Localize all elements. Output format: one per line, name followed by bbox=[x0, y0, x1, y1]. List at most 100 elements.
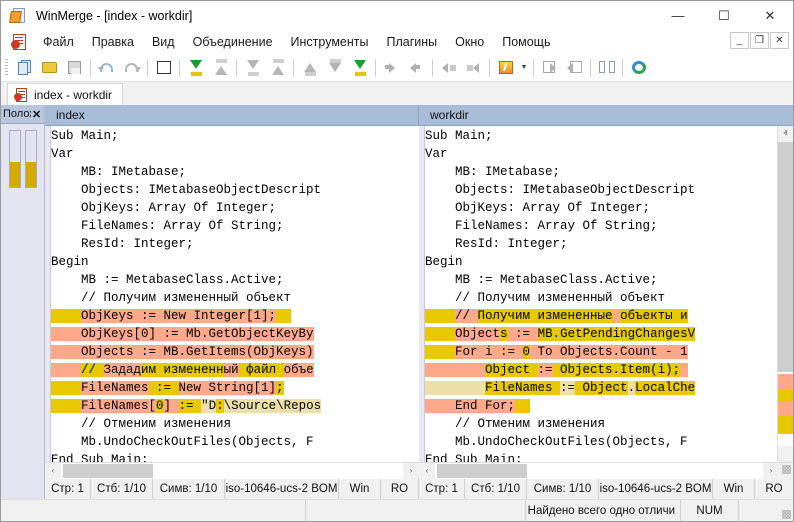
window-minimize-button[interactable]: — bbox=[655, 1, 701, 30]
hscroll-track-right[interactable] bbox=[435, 463, 763, 479]
app-resize-grip[interactable] bbox=[779, 500, 793, 521]
window-close-button[interactable]: ✕ bbox=[747, 1, 793, 30]
status-column-right: Стб: 1/10 bbox=[465, 478, 527, 499]
code-segment bbox=[425, 345, 455, 359]
code-line: ObjKeys: Array Of Integer; bbox=[51, 199, 419, 217]
prev-file-icon[interactable] bbox=[562, 56, 587, 80]
code-segment: MB := MetabaseClass.Active; bbox=[51, 273, 284, 287]
new-compare-icon[interactable] bbox=[12, 56, 37, 80]
code-line: ObjKeys: Array Of Integer; bbox=[425, 199, 777, 217]
hscroll-thumb-right[interactable] bbox=[437, 464, 527, 478]
redo-icon[interactable] bbox=[119, 56, 144, 80]
menu-item-plugins[interactable]: Плагины bbox=[377, 32, 446, 52]
status-spacer-3 bbox=[739, 500, 779, 521]
next-file-icon[interactable] bbox=[537, 56, 562, 80]
copy-right-icon[interactable] bbox=[183, 56, 208, 80]
document-icon bbox=[11, 34, 27, 50]
mdi-close-button[interactable]: ✕ bbox=[770, 32, 789, 49]
location-strip-right[interactable] bbox=[25, 130, 37, 188]
diff-colors-icon[interactable] bbox=[151, 56, 176, 80]
code-segment: := bbox=[149, 381, 179, 395]
undo-icon[interactable] bbox=[94, 56, 119, 80]
status-message: Найдено всего одно отличи bbox=[526, 500, 681, 521]
next-conflict-icon[interactable] bbox=[436, 56, 461, 80]
code-segment: Object bbox=[485, 363, 538, 377]
refresh-icon[interactable] bbox=[626, 56, 651, 80]
code-segment: Mb.UndoCheckOutFiles(Objects, F bbox=[51, 435, 314, 449]
code-segment: Objects.Item(i); bbox=[553, 363, 681, 377]
toolbar-grip[interactable] bbox=[5, 59, 8, 77]
horizontal-scrollbar-right[interactable]: ‹ › bbox=[419, 462, 793, 478]
open-folder-icon[interactable] bbox=[37, 56, 62, 80]
code-line: Mb.UndoCheckOutFiles(Objects, F bbox=[425, 433, 777, 451]
code-segment: Sub Main; bbox=[425, 129, 493, 143]
toolbar-separator bbox=[590, 59, 591, 77]
winmerge-app-icon bbox=[10, 7, 28, 25]
hscroll-left-arrow[interactable]: ‹ bbox=[45, 463, 61, 479]
hscroll-left-arrow-right-pane[interactable]: ‹ bbox=[419, 463, 435, 479]
menu-item-edit[interactable]: Правка bbox=[83, 32, 143, 52]
menu-item-tools[interactable]: Инструменты bbox=[282, 32, 378, 52]
copy-left-icon[interactable] bbox=[208, 56, 233, 80]
location-pane: Полож ✕ bbox=[1, 105, 45, 499]
code-segment bbox=[51, 399, 81, 413]
code-segment: Var bbox=[51, 147, 74, 161]
code-segment: \Source\Repos bbox=[224, 399, 322, 413]
merge-doc-icon bbox=[14, 88, 28, 102]
code-line: MB: IMetabase; bbox=[425, 163, 777, 181]
next-diff-icon[interactable] bbox=[379, 56, 404, 80]
code-segment: End For; bbox=[455, 399, 515, 413]
vscroll-up-arrow[interactable]: ⱏ bbox=[778, 126, 793, 142]
code-view-left[interactable]: Sub Main; Var MB: IMetabase; Objects: IMe… bbox=[51, 126, 419, 462]
status-eol-right: Win bbox=[713, 478, 755, 499]
options-dropdown-icon[interactable]: ▼ bbox=[518, 56, 530, 80]
hscroll-right-arrow-right-pane[interactable]: › bbox=[763, 463, 779, 479]
save-icon[interactable] bbox=[62, 56, 87, 80]
prev-diff-icon[interactable] bbox=[404, 56, 429, 80]
location-pane-body[interactable] bbox=[1, 124, 44, 499]
code-line: Objects := MB.GetPendingChangesV bbox=[425, 325, 777, 343]
prev-conflict-icon[interactable] bbox=[461, 56, 486, 80]
menu-item-merge[interactable]: Объединение bbox=[184, 32, 282, 52]
document-tab-index-workdir[interactable]: index - workdir bbox=[7, 83, 123, 105]
status-encoding-right: iso-10646-ucs-2 BOM bbox=[599, 478, 713, 499]
hscroll-thumb-left[interactable] bbox=[63, 464, 153, 478]
all-right-icon[interactable] bbox=[347, 56, 372, 80]
code-view-right[interactable]: Sub Main; Var MB: IMetabase; Objects: IMe… bbox=[425, 126, 777, 462]
code-segment: им измененн bbox=[141, 363, 224, 377]
options-icon[interactable] bbox=[493, 56, 518, 80]
menu-item-window[interactable]: Окно bbox=[446, 32, 493, 52]
code-line: FileNames := Object.LocalChe bbox=[425, 379, 777, 397]
code-segment: ObjKeys[0] := Mb.GetObjectKeyBy bbox=[81, 327, 314, 341]
mdi-restore-button[interactable]: ❐ bbox=[750, 32, 769, 49]
code-line: FileNames: Array Of String; bbox=[51, 217, 419, 235]
workspace: Полож ✕ index Sub Main;Var MB: IMetabase… bbox=[1, 105, 793, 499]
code-segment: ] bbox=[164, 399, 179, 413]
title-bar: WinMerge - [index - workdir] — ☐ ✕ bbox=[1, 1, 793, 30]
location-strip-left[interactable] bbox=[9, 130, 21, 188]
code-segment bbox=[51, 381, 81, 395]
last-diff-icon[interactable] bbox=[322, 56, 347, 80]
window-maximize-button[interactable]: ☐ bbox=[701, 1, 747, 30]
menu-item-help[interactable]: Помощь bbox=[493, 32, 559, 52]
vertical-scrollbar[interactable]: ⱏ ⱟ bbox=[777, 126, 793, 462]
horizontal-scrollbar-left[interactable]: ‹ › bbox=[45, 462, 419, 478]
hscroll-right-arrow[interactable]: › bbox=[403, 463, 419, 479]
location-pane-close-icon[interactable]: ✕ bbox=[32, 108, 41, 121]
code-segment: "D bbox=[201, 399, 216, 413]
first-diff-icon[interactable] bbox=[297, 56, 322, 80]
copy-left-advance-icon[interactable] bbox=[265, 56, 290, 80]
menu-item-file[interactable]: Файл bbox=[34, 32, 83, 52]
vscroll-down-arrow[interactable]: ⱟ bbox=[778, 446, 793, 462]
copy-right-advance-icon[interactable] bbox=[240, 56, 265, 80]
mdi-minimize-button[interactable]: _ bbox=[730, 32, 749, 49]
vscroll-track[interactable] bbox=[778, 142, 793, 446]
toolbar-separator bbox=[236, 59, 237, 77]
hscroll-track-left[interactable] bbox=[61, 463, 403, 479]
code-segment bbox=[51, 345, 81, 359]
resize-grip[interactable] bbox=[779, 465, 793, 476]
compare-icon[interactable] bbox=[594, 56, 619, 80]
menu-item-view[interactable]: Вид bbox=[143, 32, 184, 52]
vscroll-thumb[interactable] bbox=[778, 142, 793, 372]
code-segment: ObjKeys: Array Of Integer; bbox=[425, 201, 650, 215]
